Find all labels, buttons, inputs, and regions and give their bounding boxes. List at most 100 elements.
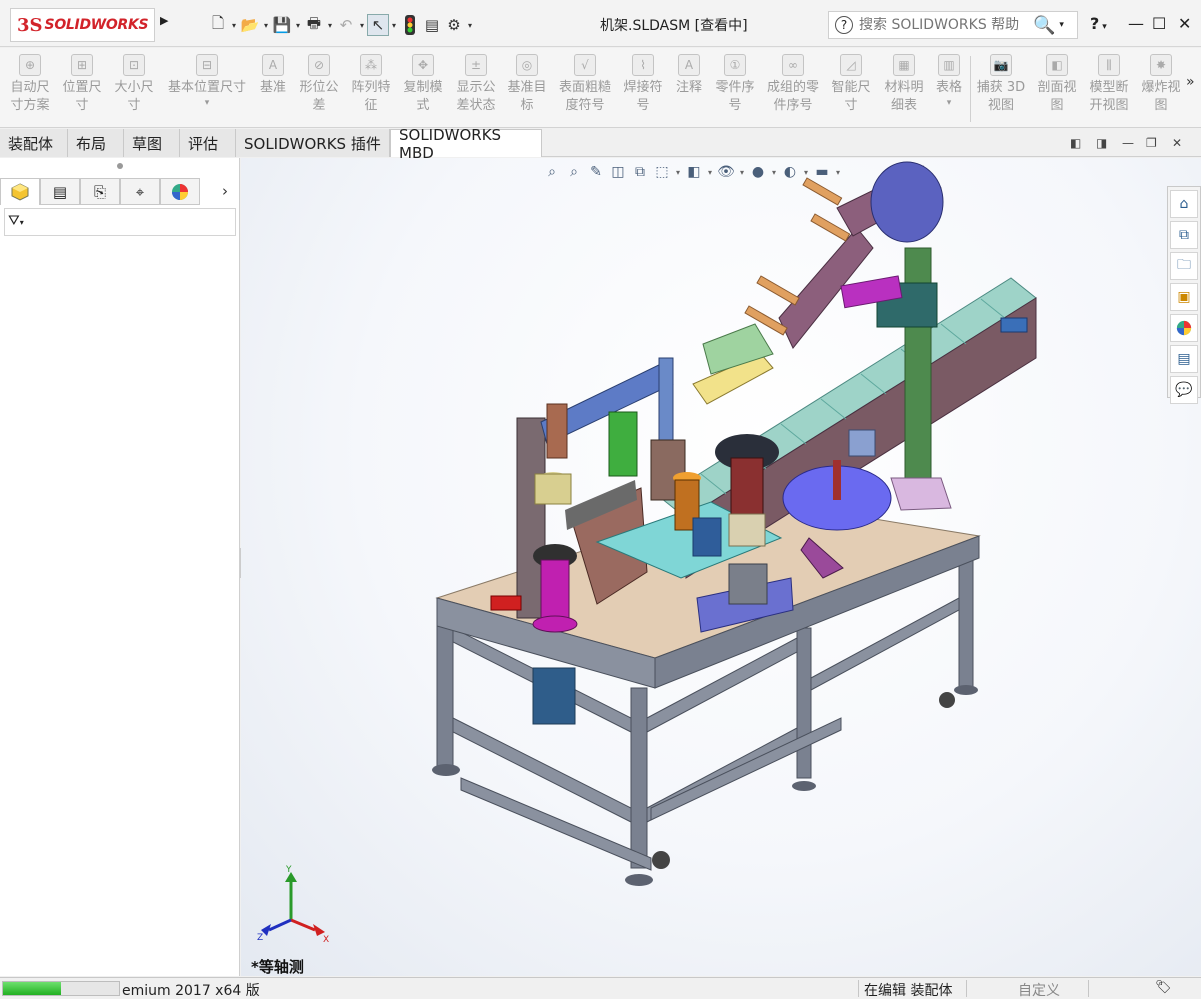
file-properties-icon[interactable]: ▤: [421, 14, 443, 36]
tile-left-icon[interactable]: ◧: [1070, 136, 1081, 150]
solidworks-logo[interactable]: 3S SOLIDWORKS: [10, 8, 155, 42]
design-library-icon[interactable]: ⧉: [1170, 221, 1198, 249]
cmd-pattern-feature[interactable]: ⁂ 阵列特 征: [346, 54, 396, 124]
file-explorer-icon[interactable]: 🗀: [1170, 252, 1198, 280]
chevron-down-icon[interactable]: ▾: [357, 21, 367, 30]
select-icon[interactable]: ↖: [367, 14, 389, 36]
help-search-box[interactable]: ? 🔍 ▾: [828, 11, 1078, 39]
auto-dimension-scheme-icon: ⊕: [19, 54, 41, 76]
cmd-show-tolerance-status[interactable]: ± 显示公 差状态: [450, 54, 502, 124]
feature-manager-panel: ▤ ⎘ ⌖ › ⛛▾: [0, 158, 240, 976]
search-input[interactable]: [859, 17, 1029, 33]
property-manager-icon[interactable]: ▤: [40, 178, 80, 205]
feature-manager-icon[interactable]: [0, 178, 40, 205]
chevron-down-icon[interactable]: ▾: [1059, 20, 1064, 30]
task-pane: ⌂ ⧉ 🗀 ▣ ▤ 💬: [1167, 186, 1201, 404]
close-icon[interactable]: ✕: [1178, 14, 1191, 33]
weld-symbol-icon: ⌇: [632, 54, 654, 76]
section-view-icon: ◧: [1046, 54, 1068, 76]
triad-x-label: X: [323, 935, 329, 944]
maximize-icon[interactable]: ☐: [1152, 14, 1166, 33]
panel-tabs: ▤ ⎘ ⌖: [0, 178, 240, 206]
chevron-down-icon[interactable]: ▾: [293, 21, 303, 30]
home-icon[interactable]: ⌂: [1170, 190, 1198, 218]
cmd-auto-dimension-scheme[interactable]: ⊕ 自动尺 寸方案: [4, 54, 56, 124]
cmd-datum-target[interactable]: ◎ 基准目 标: [502, 54, 552, 124]
cmd-location-dimension[interactable]: ⊞ 位置尺 寸: [58, 54, 106, 124]
stacked-balloon-icon: ∞: [782, 54, 804, 76]
note-icon: A: [678, 54, 700, 76]
chevron-right-icon[interactable]: ›: [222, 182, 228, 200]
filter-box[interactable]: ⛛▾: [4, 208, 236, 236]
custom-properties-icon[interactable]: ▤: [1170, 345, 1198, 373]
dimxpert-icon[interactable]: ⌖: [120, 178, 160, 205]
tab-layout[interactable]: 布局: [68, 129, 124, 157]
chevron-down-icon[interactable]: ▾: [261, 21, 271, 30]
menu-expand-icon[interactable]: ▶: [160, 14, 174, 34]
filter-icon: ⛛: [8, 213, 20, 229]
tile-right-icon[interactable]: ◨: [1096, 136, 1107, 150]
view-palette-icon[interactable]: ▣: [1170, 283, 1198, 311]
cmd-table[interactable]: ▥ 表格 ▾: [930, 54, 968, 124]
options-icon[interactable]: ⚙: [443, 14, 465, 36]
tab-evaluate[interactable]: 评估: [180, 129, 236, 157]
cmd-surface-finish[interactable]: √ 表面粗糙 度符号: [554, 54, 616, 124]
size-dimension-icon: ⊡: [123, 54, 145, 76]
print-icon[interactable]: 🖶: [303, 14, 325, 36]
tab-solidworks-mbd[interactable]: SOLIDWORKS MBD: [390, 126, 542, 162]
title-bar: 3S SOLIDWORKS ▶ 🗋 ▾ 📂 ▾ 💾 ▾ 🖶 ▾ ↶ ▾ ↖ ▾ ▤ ⚙ ▾ 机…: [0, 0, 1201, 47]
tab-sketch[interactable]: 草图: [124, 129, 180, 157]
basic-location-dimension-icon: ⊟: [196, 54, 218, 76]
help-menu-button[interactable]: ? ▾: [1090, 14, 1107, 33]
tab-solidworks-addins[interactable]: SOLIDWORKS 插件: [236, 129, 390, 157]
cmd-stacked-balloon[interactable]: ∞ 成组的零 件序号: [762, 54, 824, 124]
cmd-bom[interactable]: ▦ 材料明 细表: [878, 54, 930, 124]
cmd-weld-symbol[interactable]: ⌇ 焊接符 号: [618, 54, 668, 124]
units-custom-text[interactable]: 自定义: [1018, 980, 1060, 999]
cmd-note[interactable]: A 注释: [670, 54, 708, 124]
new-icon[interactable]: 🗋: [207, 14, 229, 36]
cmd-copy-scheme[interactable]: ✥ 复制模 式: [398, 54, 448, 124]
status-separator: [858, 980, 859, 997]
cmd-basic-location-dimension[interactable]: ⊟ 基本位置尺寸 ▾: [162, 54, 252, 124]
tab-assembly[interactable]: 装配体: [0, 129, 68, 157]
minimize-icon[interactable]: —: [1128, 14, 1144, 33]
document-title: 机架.SLDASM [查看中]: [600, 18, 748, 34]
configuration-manager-icon[interactable]: ⎘: [80, 178, 120, 205]
cmd-model-break-view[interactable]: ⫼ 模型断 开视图: [1084, 54, 1134, 124]
assembly-model[interactable]: [241, 158, 1201, 976]
cmd-geometric-tolerance[interactable]: ⊘ 形位公 差: [294, 54, 344, 124]
undo-icon[interactable]: ↶: [335, 14, 357, 36]
reference-triad: Y X Z: [257, 865, 329, 944]
graphics-area[interactable]: ⌕ ⌕ ✎ ◫ ⧉ ⬚ ▾ ◧ ▾ 👁 ▾ ● ▾ ◐ ▾ ▬ ▾ ⌂ ⧉ 🗀 …: [241, 158, 1201, 976]
forum-icon[interactable]: 💬: [1170, 376, 1198, 404]
display-manager-icon[interactable]: [160, 178, 200, 205]
panel-grip-handle[interactable]: [117, 163, 123, 169]
cmd-exploded-view[interactable]: ✸ 爆炸视 图: [1136, 54, 1186, 124]
chevron-down-icon[interactable]: ▾: [465, 21, 475, 30]
tags-icon[interactable]: 🏷: [1155, 980, 1172, 995]
cmd-balloon[interactable]: ① 零件序 号: [710, 54, 760, 124]
cmd-size-dimension[interactable]: ⊡ 大小尺 寸: [110, 54, 158, 124]
exploded-view-icon: ✸: [1150, 54, 1172, 76]
save-icon[interactable]: 💾: [271, 14, 293, 36]
doc-close-icon[interactable]: ✕: [1172, 136, 1182, 150]
appearances-icon[interactable]: [1170, 314, 1198, 342]
cmd-section-view[interactable]: ◧ 剖面视 图: [1032, 54, 1082, 124]
status-bar: emium 2017 x64 版 在编辑 装配体 自定义 🏷: [0, 977, 1201, 999]
chevron-down-icon[interactable]: ▾: [229, 21, 239, 30]
more-commands-icon[interactable]: »: [1186, 74, 1195, 90]
cmd-capture-3d-view[interactable]: 📷 捕获 3D 视图: [974, 54, 1028, 124]
doc-minimize-icon[interactable]: —: [1122, 136, 1134, 150]
cmd-smart-dimension[interactable]: ◿ 智能尺 寸: [826, 54, 876, 124]
doc-restore-icon[interactable]: ❐: [1146, 136, 1157, 150]
surface-finish-icon: √: [574, 54, 596, 76]
cmd-datum[interactable]: A 基准: [254, 54, 292, 124]
open-icon[interactable]: 📂: [239, 14, 261, 36]
table-icon: ▥: [938, 54, 960, 76]
edit-mode-text: 在编辑 装配体: [864, 983, 953, 999]
search-icon[interactable]: 🔍: [1033, 15, 1055, 36]
chevron-down-icon[interactable]: ▾: [389, 21, 399, 30]
chevron-down-icon[interactable]: ▾: [325, 21, 335, 30]
rebuild-icon[interactable]: [399, 14, 421, 36]
